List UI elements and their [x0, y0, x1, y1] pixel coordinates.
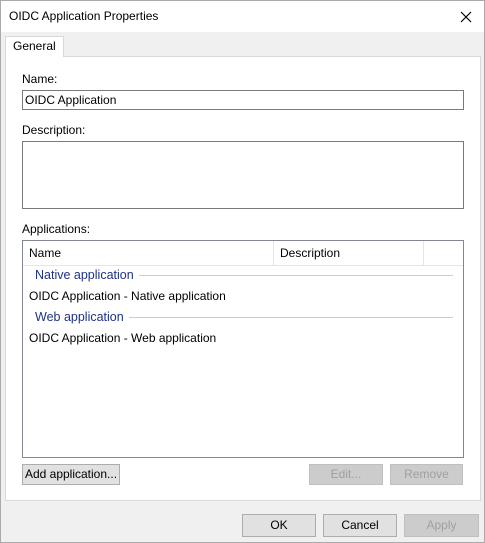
group-header-native[interactable]: Native application: [35, 267, 453, 283]
properties-dialog: OIDC Application Properties General Name…: [0, 0, 485, 543]
list-item[interactable]: OIDC Application - Native application: [29, 289, 226, 303]
description-label: Description:: [22, 123, 86, 137]
group-header-label: Web application: [35, 310, 124, 324]
group-header-web[interactable]: Web application: [35, 309, 453, 325]
list-item[interactable]: OIDC Application - Web application: [29, 331, 216, 345]
cancel-button[interactable]: Cancel: [323, 514, 397, 537]
close-icon: [460, 11, 472, 22]
name-input[interactable]: [22, 90, 464, 110]
group-header-label: Native application: [35, 268, 134, 282]
applications-list[interactable]: Name Description Native application OIDC…: [22, 240, 464, 458]
tab-general[interactable]: General: [5, 36, 64, 57]
column-header-description[interactable]: Description: [274, 241, 424, 265]
name-label: Name:: [22, 72, 58, 86]
window-title: OIDC Application Properties: [9, 9, 159, 23]
ok-button[interactable]: OK: [242, 514, 316, 537]
general-tab-panel: Name: Description: Applications: Name De…: [5, 56, 481, 501]
apply-button[interactable]: Apply: [404, 514, 479, 537]
applications-label: Applications:: [22, 222, 91, 236]
remove-button[interactable]: Remove: [390, 464, 463, 485]
group-divider: [128, 316, 453, 318]
title-bar: OIDC Application Properties: [1, 1, 484, 32]
edit-button[interactable]: Edit...: [309, 464, 383, 485]
close-button[interactable]: [448, 1, 484, 32]
list-header: Name Description: [23, 241, 463, 266]
description-input[interactable]: [22, 141, 464, 209]
group-divider: [138, 274, 453, 276]
add-application-button[interactable]: Add application...: [22, 464, 120, 485]
column-header-name[interactable]: Name: [23, 241, 274, 265]
